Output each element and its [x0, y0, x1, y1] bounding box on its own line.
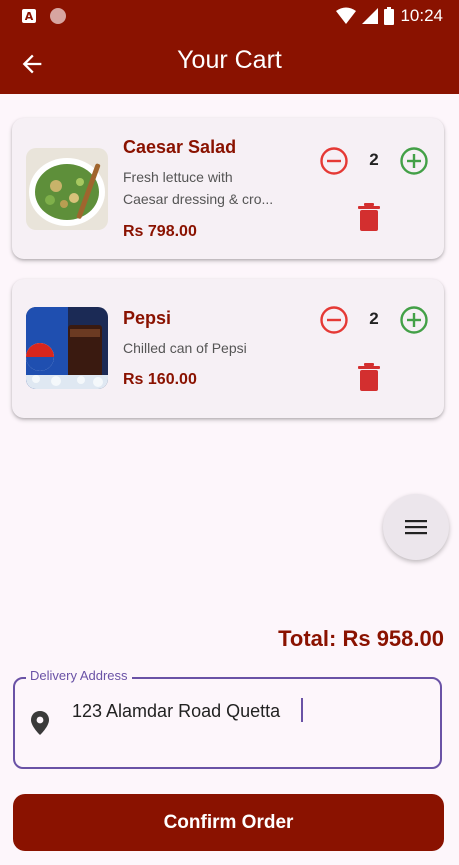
wifi-icon: [336, 7, 357, 24]
delivery-address-label: Delivery Address: [26, 668, 132, 683]
caesar-salad-image: [26, 148, 108, 230]
quantity-value: 2: [369, 150, 379, 169]
battery-icon: [384, 7, 395, 25]
item-name: Caesar Salad: [123, 137, 237, 157]
delete-icon[interactable]: [356, 202, 382, 232]
item-description: Chilled can of Pepsi: [123, 337, 303, 359]
minus-circle-icon[interactable]: [319, 146, 349, 176]
app-bar: Your Cart: [0, 34, 459, 94]
text-cursor: [301, 698, 303, 722]
menu-icon: [405, 520, 427, 535]
delete-icon[interactable]: [356, 362, 382, 392]
plus-circle-icon[interactable]: [399, 146, 429, 176]
item-description-line-2: Caesar dressing & cro...: [123, 191, 274, 207]
order-total: Total: Rs 958.00: [278, 626, 444, 651]
status-time: 10:24: [400, 6, 443, 25]
plus-circle-icon[interactable]: [399, 305, 429, 335]
record-dot-icon: [50, 8, 66, 24]
item-price: Rs 160.00: [123, 371, 197, 388]
item-description: Fresh lettuce with Caesar dressing & cro…: [123, 166, 303, 210]
signal-icon: [362, 8, 379, 24]
location-pin-icon: [31, 711, 49, 735]
item-name: Pepsi: [123, 308, 172, 328]
menu-fab-button[interactable]: [383, 494, 449, 560]
item-description-line-1: Chilled can of Pepsi: [123, 340, 247, 356]
delivery-address-input[interactable]: [72, 697, 412, 725]
page-title: Your Cart: [177, 46, 282, 74]
quantity-value: 2: [369, 309, 379, 328]
quantity-stepper: 2: [319, 146, 429, 176]
item-description-line-1: Fresh lettuce with: [123, 169, 233, 185]
cart-item-card: Pepsi Chilled can of Pepsi Rs 160.00 2: [12, 279, 444, 418]
minus-circle-icon[interactable]: [319, 305, 349, 335]
quantity-stepper: 2: [319, 305, 429, 335]
status-bar: A 10:24: [0, 0, 459, 34]
notification-a-icon: A: [22, 9, 36, 23]
pepsi-image: [26, 307, 108, 389]
item-price: Rs 798.00: [123, 223, 197, 240]
cart-item-card: Caesar Salad Fresh lettuce with Caesar d…: [12, 118, 444, 259]
confirm-order-button[interactable]: Confirm Order: [13, 794, 444, 851]
